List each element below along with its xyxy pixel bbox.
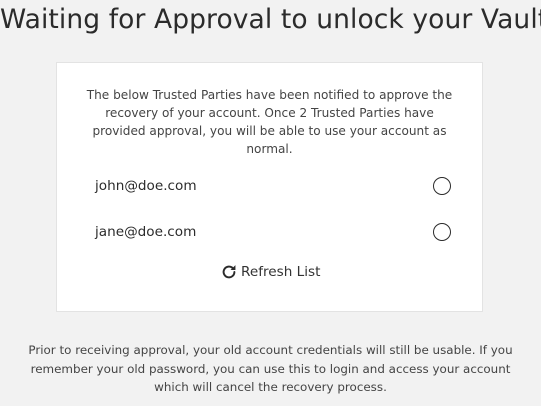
page-title: Waiting for Approval to unlock your Vaul… bbox=[0, 4, 541, 35]
trusted-party-email: john@doe.com bbox=[95, 178, 197, 194]
pending-status-circle-icon bbox=[433, 177, 451, 195]
refresh-icon bbox=[222, 265, 236, 279]
footer-note: Prior to receiving approval, your old ac… bbox=[28, 343, 513, 394]
trusted-party-row: john@doe.com bbox=[95, 175, 451, 199]
refresh-list-label: Refresh List bbox=[241, 264, 321, 280]
refresh-list-button[interactable]: Refresh List bbox=[220, 261, 320, 283]
trusted-party-row: jane@doe.com bbox=[95, 221, 451, 245]
card-intro-text: The below Trusted Parties have been noti… bbox=[86, 88, 453, 156]
approval-card: The below Trusted Parties have been noti… bbox=[56, 62, 483, 312]
pending-status-circle-icon bbox=[433, 223, 451, 241]
trusted-party-email: jane@doe.com bbox=[95, 224, 197, 240]
